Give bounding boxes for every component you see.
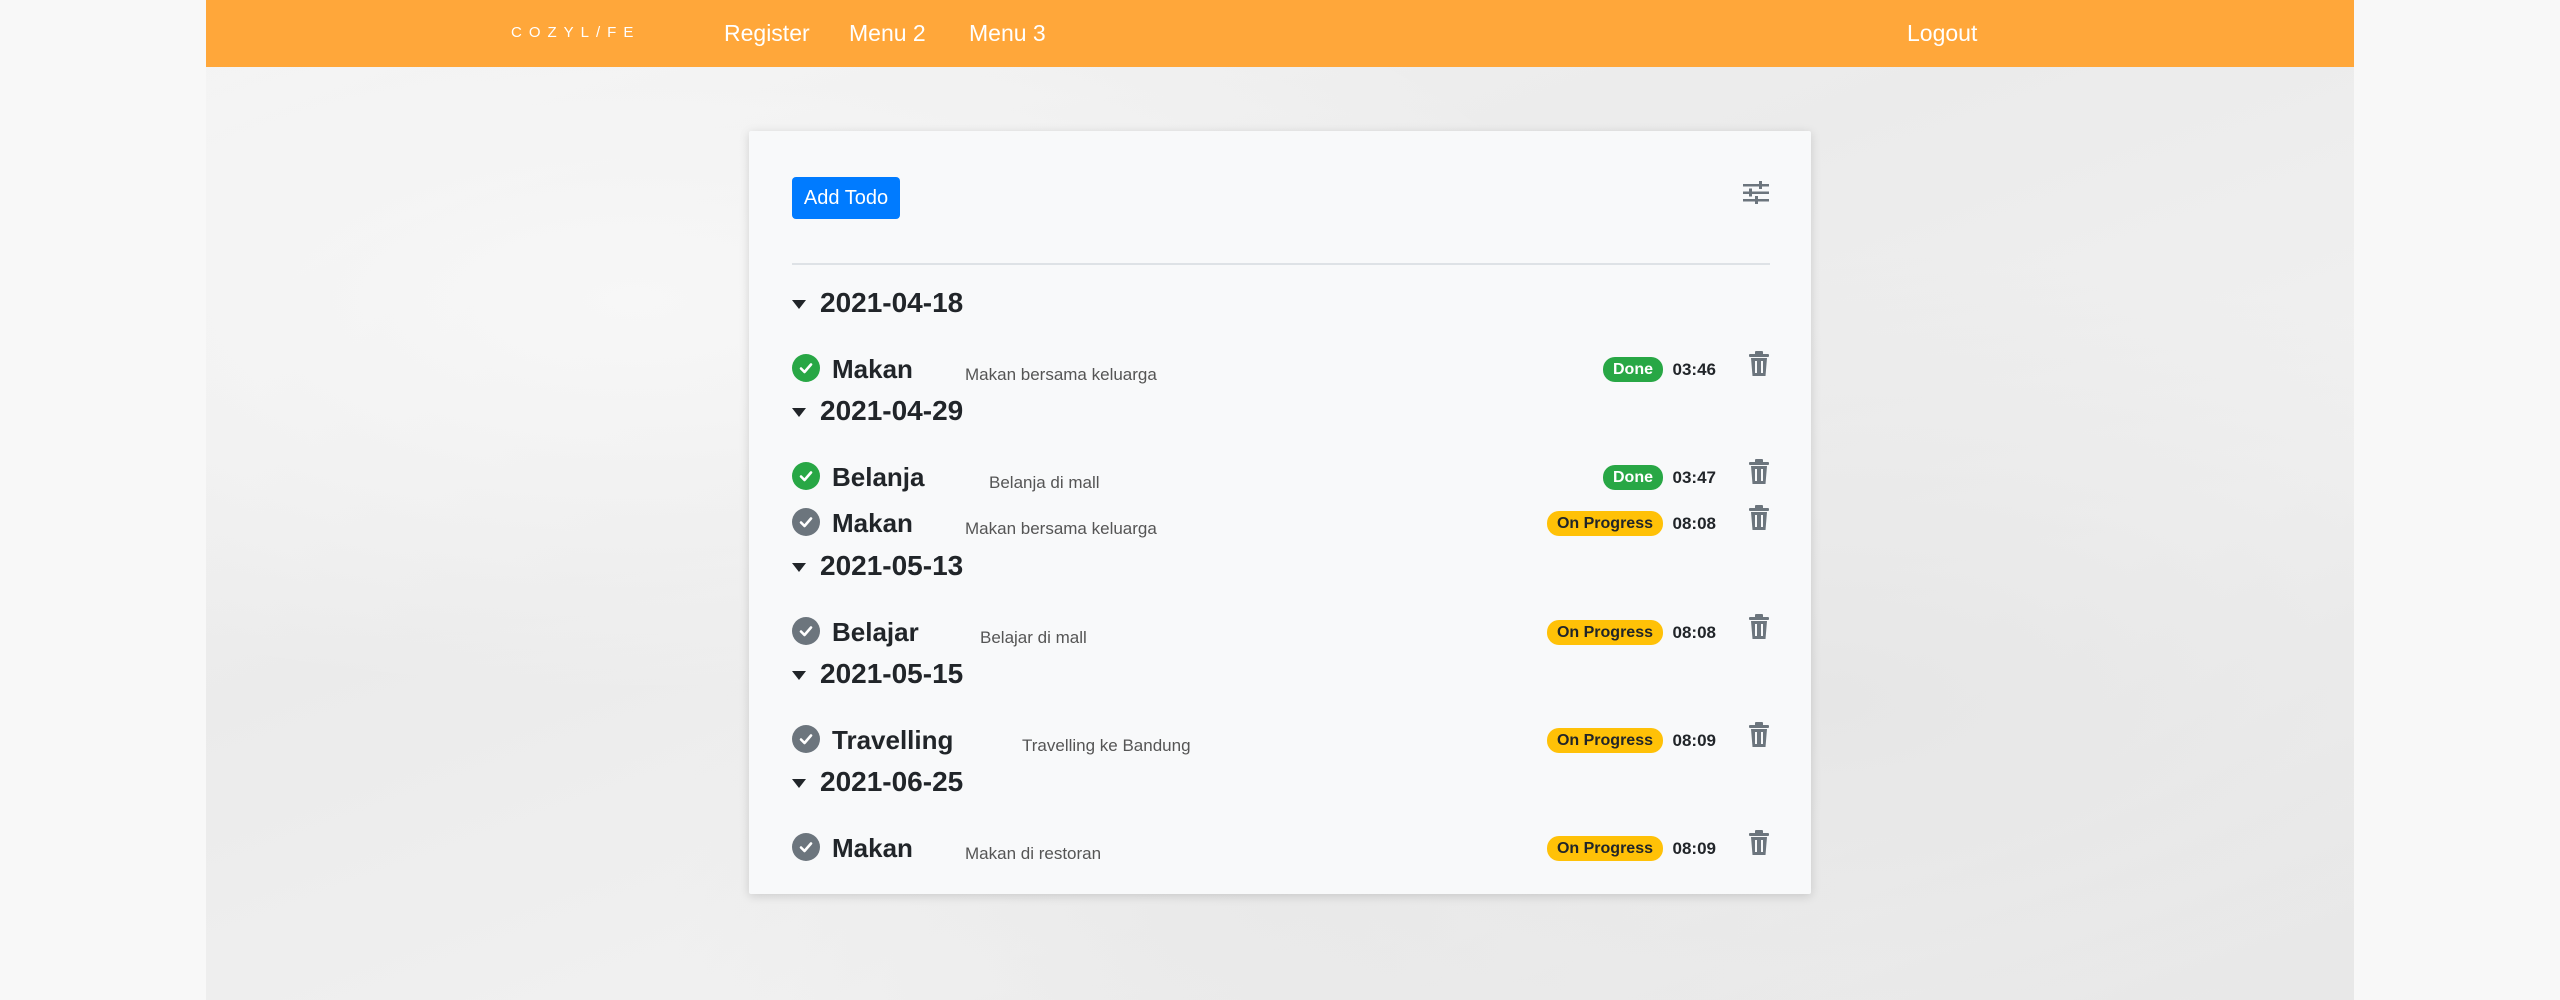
group-header[interactable]: 2021-06-25 <box>792 765 963 799</box>
navbar: COZYL/FE Register Menu 2 Menu 3 Logout <box>206 0 2354 67</box>
todo-time: 08:08 <box>1672 623 1716 642</box>
status-badge: On Progress <box>1546 728 1663 753</box>
caret-down-icon[interactable] <box>792 299 806 309</box>
nav-link-menu-2[interactable]: Menu 2 <box>849 20 926 47</box>
check-circle-icon[interactable] <box>792 833 820 861</box>
todo-description: Belanja di mall <box>989 473 1100 492</box>
todo-description: Belajar di mall <box>980 628 1087 647</box>
todo-title: Travelling <box>832 725 954 755</box>
todo-title: Belajar <box>832 617 919 647</box>
todo-title: Belanja <box>832 462 925 492</box>
nav-link-register[interactable]: Register <box>724 20 810 47</box>
trash-icon[interactable] <box>1748 722 1770 748</box>
todo-title: Makan <box>832 354 913 384</box>
add-todo-button[interactable]: Add Todo <box>792 177 900 219</box>
caret-down-icon[interactable] <box>792 670 806 680</box>
check-circle-icon[interactable] <box>792 508 820 536</box>
check-circle-icon[interactable] <box>792 354 820 382</box>
trash-icon[interactable] <box>1748 459 1770 485</box>
check-circle-icon[interactable] <box>792 462 820 490</box>
group-date: 2021-05-15 <box>820 658 964 689</box>
check-circle-icon[interactable] <box>792 617 820 645</box>
group-header[interactable]: 2021-04-18 <box>792 286 963 320</box>
todo-item: Belajar Belajar di mall On Progress 08:08 <box>792 613 1770 649</box>
todo-card: Add Todo 2021-04-18 Makan Makan bersama ke… <box>749 131 1811 894</box>
brand-logo[interactable]: COZYL/FE <box>511 24 640 41</box>
todo-time: 08:09 <box>1672 731 1716 750</box>
todo-time: 08:08 <box>1672 514 1716 533</box>
caret-down-icon[interactable] <box>792 562 806 572</box>
todo-time: 03:47 <box>1672 468 1716 487</box>
todo-item: Makan Makan di restoran On Progress 08:09 <box>792 829 1770 865</box>
todo-description: Travelling ke Bandung <box>1022 736 1191 755</box>
group-date: 2021-04-18 <box>820 287 964 318</box>
group-date: 2021-06-25 <box>820 766 964 797</box>
caret-down-icon[interactable] <box>792 407 806 417</box>
trash-icon[interactable] <box>1748 830 1770 856</box>
todo-item: Travelling Travelling ke Bandung On Progre… <box>792 721 1770 757</box>
group-header[interactable]: 2021-05-15 <box>792 657 963 691</box>
todo-description: Makan bersama keluarga <box>965 519 1157 538</box>
group-date: 2021-05-13 <box>820 550 964 581</box>
status-badge: On Progress <box>1546 620 1663 645</box>
sliders-icon[interactable] <box>1741 178 1771 208</box>
status-badge: On Progress <box>1546 511 1663 536</box>
trash-icon[interactable] <box>1748 351 1770 377</box>
trash-icon[interactable] <box>1748 614 1770 640</box>
app-background: COZYL/FE Register Menu 2 Menu 3 Logout A… <box>206 0 2354 1000</box>
todo-description: Makan di restoran <box>965 844 1102 863</box>
trash-icon[interactable] <box>1748 505 1770 531</box>
todo-item: Makan Makan bersama keluarga On Progress 08… <box>792 504 1770 540</box>
todo-item: Makan Makan bersama keluarga Done 03:46 <box>792 350 1770 386</box>
nav-link-logout[interactable]: Logout <box>1907 20 1977 47</box>
divider <box>792 263 1770 265</box>
status-badge: Done <box>1603 465 1663 490</box>
todo-title: Makan <box>832 833 913 863</box>
todo-time: 08:09 <box>1672 839 1716 858</box>
todo-title: Makan <box>832 508 913 538</box>
caret-down-icon[interactable] <box>792 778 806 788</box>
status-badge: On Progress <box>1546 836 1663 861</box>
nav-link-menu-3[interactable]: Menu 3 <box>969 20 1046 47</box>
todo-item: Belanja Belanja di mall Done 03:47 <box>792 458 1770 494</box>
group-header[interactable]: 2021-05-13 <box>792 549 963 583</box>
todo-time: 03:46 <box>1672 360 1716 379</box>
check-circle-icon[interactable] <box>792 725 820 753</box>
status-badge: Done <box>1603 357 1663 382</box>
group-header[interactable]: 2021-04-29 <box>792 394 963 428</box>
group-date: 2021-04-29 <box>820 395 964 426</box>
todo-description: Makan bersama keluarga <box>965 365 1157 384</box>
